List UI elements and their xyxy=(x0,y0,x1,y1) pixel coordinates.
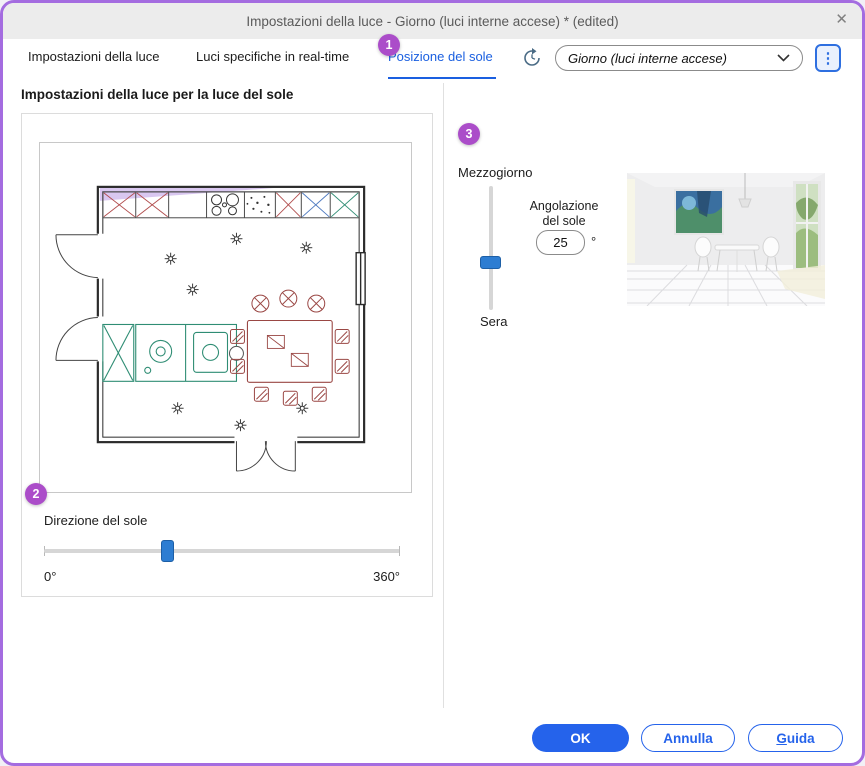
tab-luci-specifiche-real-time[interactable]: Luci specifiche in real-time xyxy=(196,49,349,71)
sun-direction-max-label: 360° xyxy=(373,569,400,584)
panel-divider xyxy=(443,83,444,708)
sun-direction-label: Direzione del sole xyxy=(44,513,148,528)
lighting-preset-value: Giorno (luci interne accese) xyxy=(568,50,727,66)
sun-angle-input[interactable] xyxy=(540,234,581,251)
step-badge-3: 3 xyxy=(458,123,480,145)
reset-history-icon[interactable] xyxy=(521,47,543,69)
kebab-icon: ⋮ xyxy=(820,50,836,67)
section-heading: Impostazioni della luce per la luce del … xyxy=(21,87,294,102)
sun-direction-slider-track xyxy=(44,549,400,553)
sun-angle-slider-track xyxy=(488,186,493,310)
dialog-titlebar[interactable]: Impostazioni della luce - Giorno (luci i… xyxy=(3,3,862,39)
chevron-down-icon xyxy=(777,54,790,62)
tab-posizione-del-sole[interactable]: Posizione del sole xyxy=(388,49,496,79)
sun-direction-min-label: 0° xyxy=(44,569,57,584)
sun-angle-slider[interactable] xyxy=(480,186,501,310)
sun-angle-top-label: Mezzogiorno xyxy=(458,165,533,180)
sun-angle-input-wrap xyxy=(536,230,585,255)
help-button[interactable]: Guida xyxy=(748,724,843,752)
room-render-preview xyxy=(627,173,825,306)
light-settings-dialog: Impostazioni della luce - Giorno (luci i… xyxy=(0,0,865,766)
lighting-preset-dropdown[interactable]: Giorno (luci interne accese) xyxy=(555,45,803,71)
sun-direction-slider[interactable] xyxy=(44,539,400,563)
tab-impostazioni-della-luce[interactable]: Impostazioni della luce xyxy=(28,49,160,71)
ok-button[interactable]: OK xyxy=(532,724,629,752)
dialog-title: Impostazioni della luce - Giorno (luci i… xyxy=(246,13,619,29)
sun-angle-slider-handle[interactable] xyxy=(480,256,501,269)
sun-angle-label: Angolazione del sole xyxy=(529,199,599,228)
sun-angle-bottom-label: Sera xyxy=(480,314,508,329)
floor-plan-preview xyxy=(39,142,412,493)
sun-light-settings-box: Direzione del sole 0° 360° xyxy=(21,113,433,597)
step-badge-2: 2 xyxy=(25,483,47,505)
more-options-button[interactable]: ⋮ xyxy=(815,44,841,72)
sun-angle-unit: ° xyxy=(591,234,597,249)
close-icon[interactable]: ✕ xyxy=(835,12,848,27)
sun-direction-slider-handle[interactable] xyxy=(161,540,174,562)
step-badge-1: 1 xyxy=(378,34,400,56)
cancel-button[interactable]: Annulla xyxy=(641,724,735,752)
